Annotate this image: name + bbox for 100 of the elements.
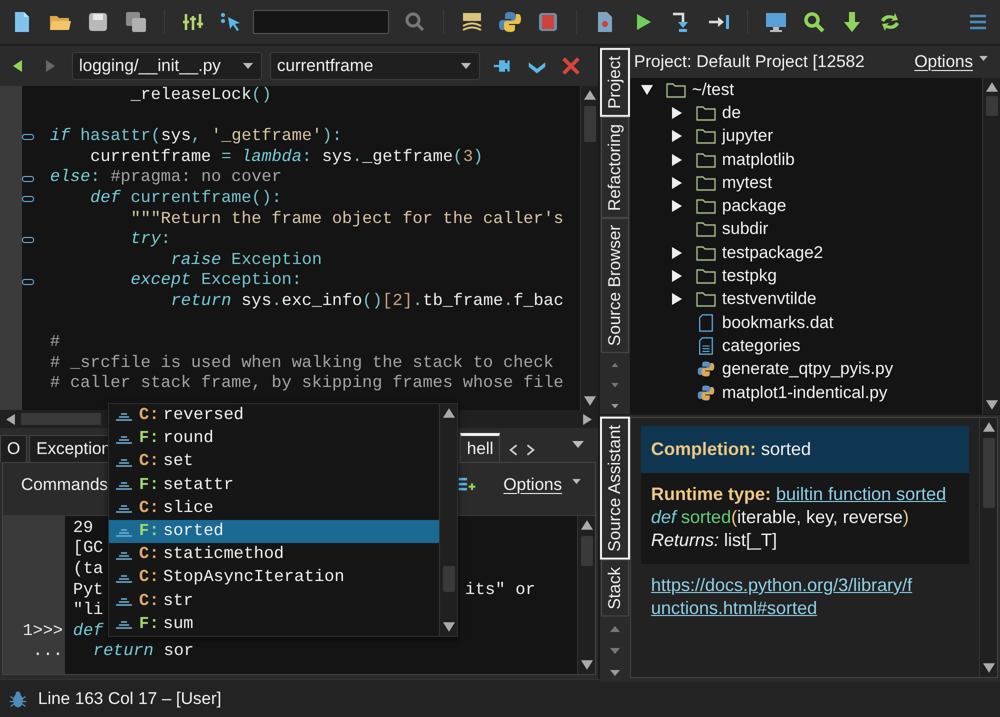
tree-item[interactable]: de	[722, 102, 741, 123]
tree-toggle[interactable]	[671, 246, 683, 259]
prompt-text: 1>>>	[22, 622, 63, 641]
type-link[interactable]: builtin function sorted	[776, 484, 946, 504]
tree-item[interactable]: ~/test	[692, 80, 734, 100]
scroll-thumb[interactable]	[580, 536, 592, 566]
scroll-thumb[interactable]	[442, 566, 454, 592]
panel-tab[interactable]: O	[0, 435, 28, 462]
save-all-icon[interactable]	[124, 10, 148, 34]
completion-item[interactable]: F: sorted	[109, 520, 439, 544]
tree-toggle[interactable]	[671, 106, 683, 119]
scroll-down-icon[interactable]	[584, 396, 596, 406]
tab-scroll-left-icon[interactable]	[508, 444, 518, 456]
options-menu[interactable]: Options	[914, 52, 973, 72]
fold-marker-icon[interactable]	[22, 134, 34, 140]
tree-item[interactable]: subdir	[722, 219, 768, 240]
scroll-up-icon[interactable]	[584, 90, 596, 100]
caret-icon[interactable]	[572, 478, 581, 484]
completion-item[interactable]: C: slice	[109, 496, 439, 520]
fold-marker-icon[interactable]	[22, 278, 34, 285]
panel-menu-caret-icon[interactable]	[572, 441, 584, 448]
vertical-scrollbar[interactable]	[982, 78, 1000, 414]
scroll-thumb[interactable]	[982, 438, 994, 508]
bug-icon[interactable]	[8, 688, 28, 708]
completion-item[interactable]: C: str	[109, 590, 439, 613]
fold-marker-icon[interactable]	[22, 196, 34, 202]
scroll-left-icon[interactable]	[6, 414, 15, 424]
member-icon	[115, 550, 133, 560]
tab-scroll-down-icon[interactable]	[610, 383, 620, 388]
tree-toggle[interactable]	[641, 84, 653, 96]
file-dropdown[interactable]: logging/__init__.py	[72, 52, 262, 80]
options-menu[interactable]: Options	[503, 475, 562, 495]
scroll-down-icon[interactable]	[580, 660, 592, 670]
tab-scroll-right-icon[interactable]	[526, 444, 536, 456]
completion-item[interactable]: F: setattr	[109, 474, 439, 497]
fold-marker-icon[interactable]	[22, 237, 34, 244]
commands-menu[interactable]: Commands	[21, 475, 108, 495]
monitor-icon[interactable]	[764, 10, 788, 34]
side-tab[interactable]: Stack	[601, 560, 629, 616]
caret-icon[interactable]	[979, 56, 988, 60]
symbol-dropdown[interactable]: currentframe	[270, 52, 480, 80]
tree-item[interactable]: matplotlib	[722, 150, 795, 170]
side-tab[interactable]: Source Assistant	[600, 417, 630, 560]
caret-icon[interactable]	[610, 404, 620, 408]
caret-icon	[243, 63, 253, 69]
python-icon	[696, 384, 716, 402]
completion-item[interactable]: F: sum	[109, 612, 439, 636]
completion-item[interactable]: C: StopAsyncIteration	[109, 566, 439, 590]
tree-item[interactable]: jupyter	[722, 126, 774, 146]
tree-toggle[interactable]	[671, 154, 683, 166]
code-line: """Return the frame object for the caller's	[130, 210, 564, 230]
debug-file-icon[interactable]	[536, 10, 560, 34]
tree-item[interactable]: matplot1-indentical.py	[722, 382, 888, 402]
save-icon[interactable]	[86, 10, 110, 34]
vertical-scrollbar[interactable]	[439, 404, 457, 636]
scroll-down-icon[interactable]	[986, 400, 998, 410]
scroll-up-icon[interactable]	[986, 82, 998, 92]
search-icon[interactable]	[802, 10, 826, 34]
tree-toggle[interactable]	[671, 130, 683, 142]
tree-toggle[interactable]	[671, 176, 683, 189]
scroll-up-icon[interactable]	[982, 422, 994, 432]
tree-item[interactable]: mytest	[722, 172, 772, 193]
scroll-up-icon[interactable]	[580, 520, 592, 530]
vertical-scrollbar[interactable]	[577, 516, 595, 674]
caret-icon[interactable]	[610, 670, 620, 676]
scroll-thumb[interactable]	[584, 106, 596, 142]
close-icon[interactable]	[560, 55, 582, 77]
tree-toggle[interactable]	[671, 293, 683, 306]
scroll-thumb[interactable]	[986, 96, 998, 116]
tab-scroll-down-icon[interactable]	[610, 648, 620, 654]
member-icon	[115, 434, 133, 444]
vertical-scrollbar[interactable]	[580, 86, 598, 410]
tree-toggle[interactable]	[671, 200, 683, 212]
tree-item[interactable]: package	[722, 196, 786, 216]
scroll-up-icon[interactable]	[442, 408, 454, 418]
tree-item[interactable]: bookmarks.dat	[722, 312, 834, 333]
side-tab[interactable]: Source Browser	[601, 218, 629, 353]
tree-item[interactable]: testpackage2	[722, 242, 824, 263]
panel-tab[interactable]: hell	[460, 433, 500, 462]
tree-item[interactable]: generate_qtpy_pyis.py	[722, 359, 894, 380]
tree-item[interactable]: testvenvtilde	[722, 289, 816, 310]
tree-toggle[interactable]	[671, 270, 683, 282]
scroll-down-icon[interactable]	[442, 622, 454, 632]
completion-item[interactable]: C: reversed	[109, 404, 439, 428]
python-icon[interactable]	[498, 10, 522, 34]
side-tab[interactable]: Project	[600, 48, 630, 117]
tab-scroll-up-icon[interactable]	[610, 362, 620, 368]
search-field[interactable]	[253, 10, 389, 34]
side-tab[interactable]: Refactoring	[601, 116, 629, 218]
completion-item[interactable]: C: staticmethod	[109, 543, 439, 566]
folder-icon	[696, 150, 716, 169]
tab-scroll-up-icon[interactable]	[610, 626, 620, 632]
search-icon[interactable]	[403, 10, 427, 34]
fold-marker-icon[interactable]	[22, 176, 34, 182]
vertical-scrollbar[interactable]	[979, 418, 997, 678]
tree-item[interactable]: testpkg	[722, 266, 777, 286]
scroll-down-icon[interactable]	[982, 663, 994, 674]
scroll-right-icon[interactable]	[583, 414, 592, 424]
tree-item[interactable]: categories	[722, 336, 800, 356]
docs-link[interactable]: https://docs.python.org/3/library/functions.html#sorted	[651, 574, 913, 620]
